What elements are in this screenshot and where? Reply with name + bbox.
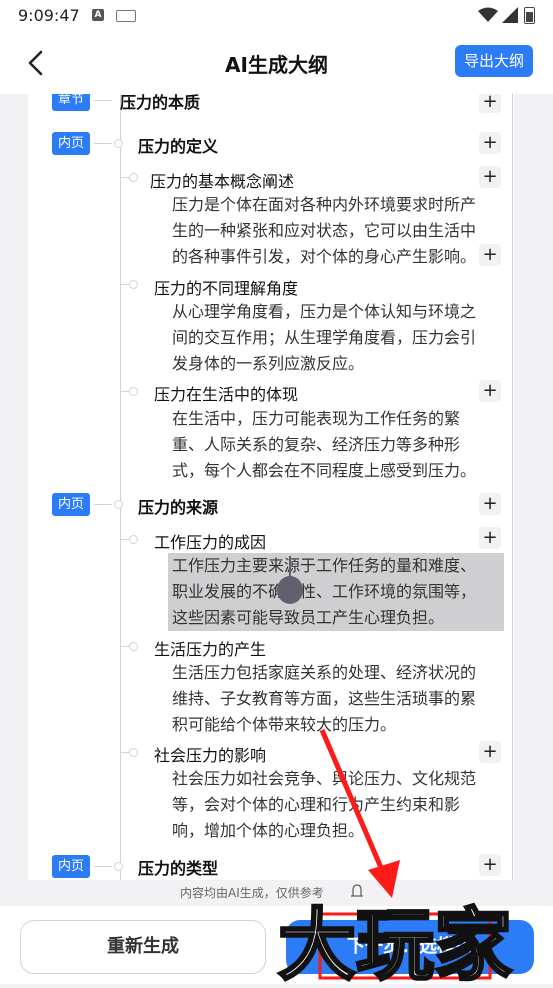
tree-branch (94, 504, 112, 505)
item-body: 压力是个体在面对各种内外环境要求时所产 生的一种紧张和应对状态，它可以由生活中 … (172, 195, 477, 266)
add-button[interactable]: + (479, 854, 501, 876)
tree-node (114, 500, 123, 509)
add-button[interactable]: + (479, 527, 501, 549)
text-cursor-handle-icon[interactable] (277, 576, 303, 604)
status-bar: 9:09:47 A (0, 0, 553, 32)
tree-node (114, 862, 123, 871)
section-title[interactable]: 压力的定义 (138, 133, 218, 157)
scroll-track[interactable] (512, 94, 513, 880)
add-button[interactable]: + (479, 493, 501, 515)
regenerate-button[interactable]: 重新生成 (20, 920, 266, 974)
annotation-arrow-icon (319, 729, 400, 898)
section-title[interactable]: 压力的来源 (138, 494, 218, 518)
tree-connector (120, 94, 121, 880)
chapter-tag: 章节 (52, 94, 90, 111)
add-button[interactable]: + (479, 380, 501, 402)
tree-branch (94, 866, 112, 867)
item-title[interactable]: 压力在生活中的体现 (154, 381, 298, 405)
tree-node (129, 535, 138, 544)
add-button[interactable]: + (479, 244, 501, 266)
export-outline-button[interactable]: 导出大纲 (455, 45, 533, 77)
tree-node (129, 387, 138, 396)
tree-branch (94, 100, 112, 101)
keyboard-icon (116, 10, 136, 22)
chapter-title[interactable]: 压力的本质 (120, 94, 200, 113)
tree-node (129, 280, 138, 289)
item-title[interactable]: 社会压力的影响 (154, 742, 266, 766)
item-body: 在生活中，压力可能表现为工作任务的繁 重、人际关系的复杂、经济压力等多种形 式，… (172, 409, 477, 480)
item-body: 从心理学角度看，压力是个体认知与环境之 间的交互作用；从生理学角度看，压力会引 … (172, 302, 477, 373)
status-time: 9:09:47 (18, 6, 80, 25)
wifi-icon (478, 7, 498, 22)
tree-node (129, 748, 138, 757)
app-header: AI生成大纲 导出大纲 (0, 32, 553, 94)
item-title[interactable]: 压力的基本概念阐述 (150, 168, 294, 192)
item-title[interactable]: 压力的不同理解角度 (154, 275, 298, 299)
section-title[interactable]: 压力的类型 (138, 855, 218, 879)
tree-node (114, 139, 123, 148)
watermark-logo: 大玩家 (274, 884, 553, 988)
item-title[interactable]: 工作压力的成因 (154, 529, 266, 553)
svg-text:大玩家: 大玩家 (278, 901, 512, 984)
tree-node (129, 173, 138, 182)
notification-a-icon: A (92, 9, 104, 21)
section-tag: 内页 (52, 132, 90, 155)
battery-icon (524, 7, 535, 24)
tree-branch (94, 143, 112, 144)
add-button[interactable]: + (479, 132, 501, 154)
item-title[interactable]: 生活压力的产生 (154, 636, 266, 660)
tree-node (129, 642, 138, 651)
add-button[interactable]: + (479, 166, 501, 188)
item-body: 工作压力主要来源于工作任务的量和难度、 职业发展的不确定性、工作环境的氛围等， … (172, 556, 477, 627)
section-tag: 内页 (52, 855, 90, 878)
cell-signal-icon (502, 7, 518, 23)
section-tag: 内页 (52, 493, 90, 516)
add-button[interactable]: + (479, 741, 501, 763)
outline-panel[interactable]: 章节 压力的本质 + 内页 压力的定义 + 压力的基本概念阐述 + 压力是个体在… (28, 94, 514, 880)
add-button[interactable]: + (479, 94, 501, 113)
